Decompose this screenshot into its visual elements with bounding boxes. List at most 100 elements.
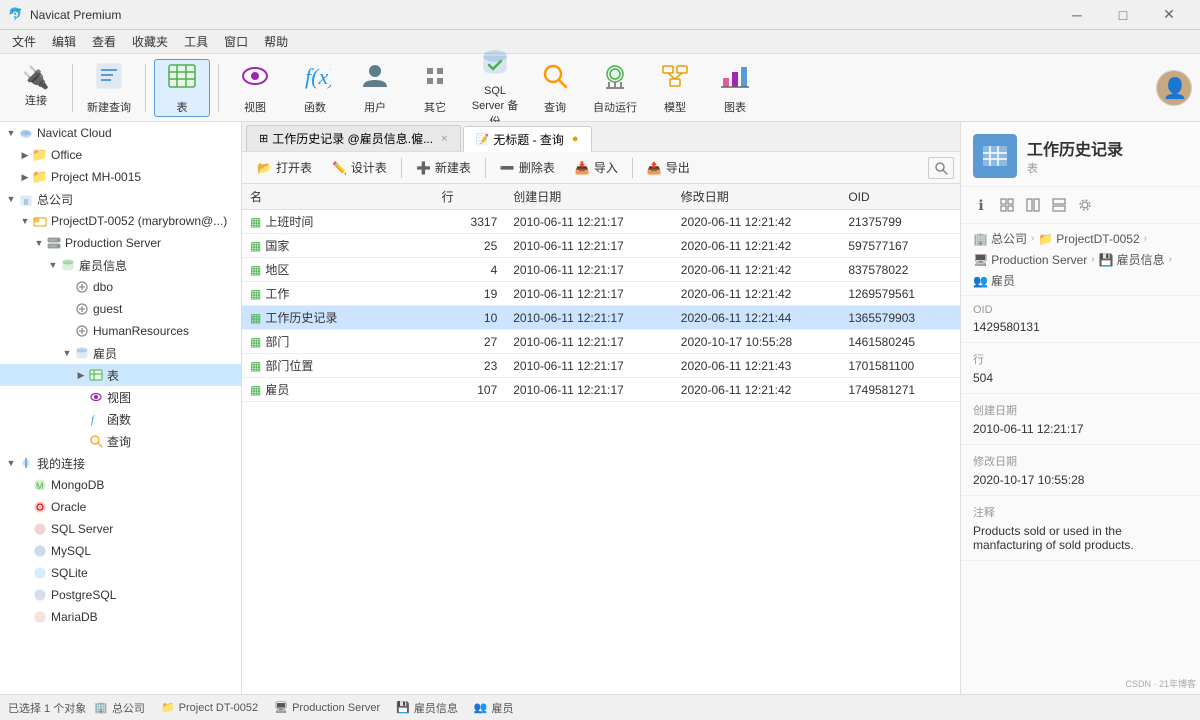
minimize-button[interactable]: ─ [1054, 0, 1100, 30]
tab-workhistory-close[interactable]: × [441, 133, 447, 145]
table-oid-cell: 1269579561 [840, 282, 960, 306]
delete-table-button[interactable]: ➖删除表 [491, 156, 564, 180]
toolbar-sqlserver-backup-button[interactable]: SQL Server 备份 [467, 59, 523, 117]
sidebar-item-functions[interactable]: f函数 [0, 408, 241, 430]
table-created-cell: 2010-06-11 12:21:17 [505, 306, 673, 330]
sidebar-item-employees[interactable]: ▼雇员信息 [0, 254, 241, 276]
menu-item-文件[interactable]: 文件 [4, 31, 44, 52]
sidebar-item-sqlserver[interactable]: SQL Server [0, 518, 241, 540]
sidebar-item-guest[interactable]: guest [0, 298, 241, 320]
table-row[interactable]: ▦上班时间33172010-06-11 12:21:172020-06-11 1… [242, 210, 960, 234]
status-item-总公司[interactable]: 🏢总公司 [94, 700, 145, 716]
toolbar-table-button[interactable]: 表 [154, 59, 210, 117]
table-modified-cell: 2020-06-11 12:21:42 [673, 234, 841, 258]
maximize-button[interactable]: □ [1100, 0, 1146, 30]
table-row[interactable]: ▦国家252010-06-11 12:21:172020-06-11 12:21… [242, 234, 960, 258]
open-table-button[interactable]: 📂打开表 [248, 156, 321, 180]
tab-untitled-query-close[interactable]: ● [572, 133, 579, 145]
table-row[interactable]: ▦部门272010-06-11 12:21:172020-10-17 10:55… [242, 330, 960, 354]
sidebar-item-views[interactable]: 视图 [0, 386, 241, 408]
folder-icon: 📁 [32, 169, 48, 185]
toolbar-new-query-button[interactable]: 新建查询 [81, 59, 137, 117]
tab-untitled-query[interactable]: 📝无标题 - 查询● [463, 126, 592, 152]
status-item-雇员信息[interactable]: 💾雇员信息 [396, 700, 458, 716]
menu-item-工具[interactable]: 工具 [176, 31, 216, 52]
search-button[interactable] [928, 157, 954, 179]
table-row[interactable]: ▦雇员1072010-06-11 12:21:172020-06-11 12:2… [242, 378, 960, 402]
toolbar-connect-button[interactable]: 🔌连接 [8, 59, 64, 117]
columns-button[interactable] [1021, 193, 1045, 217]
new-table-button[interactable]: ➕新建表 [407, 156, 480, 180]
table-rows-cell: 107 [433, 378, 505, 402]
toolbar-view-button[interactable]: 视图 [227, 59, 283, 117]
sidebar-item-dbo[interactable]: dbo [0, 276, 241, 298]
design-table-icon: ✏️ [332, 161, 347, 175]
design-table-button[interactable]: ✏️设计表 [323, 156, 396, 180]
sidebar-item-office[interactable]: ▶📁Office [0, 144, 241, 166]
company-icon [18, 191, 34, 207]
status-Production Server-label: Production Server [292, 702, 380, 714]
sidebar: ▼Navicat Cloud▶📁Office▶📁Project MH-0015▼… [0, 122, 242, 694]
queries-icon [88, 433, 104, 449]
table-row[interactable]: ▦工作历史记录102010-06-11 12:21:172020-06-11 1… [242, 306, 960, 330]
menu-item-编辑[interactable]: 编辑 [44, 31, 84, 52]
toolbar-chart-button[interactable]: 图表 [707, 59, 763, 117]
status-item-雇员[interactable]: 👥雇员 [474, 700, 514, 716]
toolbar-query-button[interactable]: 查询 [527, 59, 583, 117]
status-item-Production Server[interactable]: 🖥Production Server [274, 701, 380, 714]
sidebar-item-label: 总公司 [37, 191, 73, 208]
panel-toolbar: ℹ [961, 187, 1200, 224]
grid-button[interactable] [995, 193, 1019, 217]
table-row[interactable]: ▦地区42010-06-11 12:21:172020-06-11 12:21:… [242, 258, 960, 282]
sidebar-item-my-connections[interactable]: ▼我的连接 [0, 452, 241, 474]
sidebar-item-company[interactable]: ▼总公司 [0, 188, 241, 210]
table-rows-cell: 19 [433, 282, 505, 306]
close-button[interactable]: ✕ [1146, 0, 1192, 30]
table-rows-cell: 3317 [433, 210, 505, 234]
sidebar-item-projectdt[interactable]: ▼ProjectDT-0052 (marybrown@...) [0, 210, 241, 232]
sidebar-item-mariadb[interactable]: MariaDB [0, 606, 241, 628]
sidebar-item-navicat-cloud[interactable]: ▼Navicat Cloud [0, 122, 241, 144]
sidebar-item-queries[interactable]: 查询 [0, 430, 241, 452]
user-avatar[interactable]: 👤 [1156, 70, 1192, 106]
export-button[interactable]: 📤导出 [638, 156, 699, 180]
menu-item-收藏夹[interactable]: 收藏夹 [124, 31, 176, 52]
sidebar-item-label: 查询 [107, 433, 131, 450]
menu-item-查看[interactable]: 查看 [84, 31, 124, 52]
table-row[interactable]: ▦部门位置232010-06-11 12:21:172020-06-11 12:… [242, 354, 960, 378]
rows-value: 504 [973, 371, 1188, 385]
expand-button[interactable] [1047, 193, 1071, 217]
menu-item-窗口[interactable]: 窗口 [216, 31, 256, 52]
import-button[interactable]: 📥导入 [566, 156, 627, 180]
menu-item-帮助[interactable]: 帮助 [256, 31, 296, 52]
tab-workhistory[interactable]: ⊞工作历史记录 @雇员信息.僱...× [246, 125, 461, 151]
toolbar-separator [145, 64, 146, 112]
info-button[interactable]: ℹ [969, 193, 993, 217]
created-value: 2010-06-11 12:21:17 [973, 422, 1188, 436]
watermark: CSDN · 21年博客 [1125, 677, 1196, 690]
toolbar-other-button[interactable]: 其它 [407, 59, 463, 117]
sidebar-item-employees-group[interactable]: ▼雇员 [0, 342, 241, 364]
sidebar-item-postgresql[interactable]: PostgreSQL [0, 584, 241, 606]
status-item-Project DT-0052[interactable]: 📁Project DT-0052 [161, 701, 258, 714]
settings-button[interactable] [1073, 193, 1097, 217]
table-modified-cell: 2020-06-11 12:21:43 [673, 354, 841, 378]
toolbar-user-button[interactable]: 用户 [347, 59, 403, 117]
toolbar-model-button[interactable]: 模型 [647, 59, 703, 117]
table-row[interactable]: ▦工作192010-06-11 12:21:172020-06-11 12:21… [242, 282, 960, 306]
sidebar-item-mysql[interactable]: MySQL [0, 540, 241, 562]
status-Project DT-0052-label: Project DT-0052 [179, 702, 258, 714]
col-行: 行 [433, 184, 505, 210]
sidebar-item-mongodb[interactable]: MMongoDB [0, 474, 241, 496]
crumb-separator: › [1031, 233, 1034, 244]
sidebar-item-sqlite[interactable]: SQLite [0, 562, 241, 584]
sidebar-item-oracle[interactable]: Oracle [0, 496, 241, 518]
sidebar-item-prod-server[interactable]: ▼Production Server [0, 232, 241, 254]
toolbar-func-button[interactable]: f(x)函数 [287, 59, 343, 117]
table-icon: ▦ [250, 239, 261, 253]
sidebar-item-tables[interactable]: ▶表 [0, 364, 241, 386]
toolbar-autorun-button[interactable]: 自动运行 [587, 59, 643, 117]
table-icon: ▦ [250, 311, 261, 325]
sidebar-item-humanresources[interactable]: HumanResources [0, 320, 241, 342]
sidebar-item-project-mh[interactable]: ▶📁Project MH-0015 [0, 166, 241, 188]
